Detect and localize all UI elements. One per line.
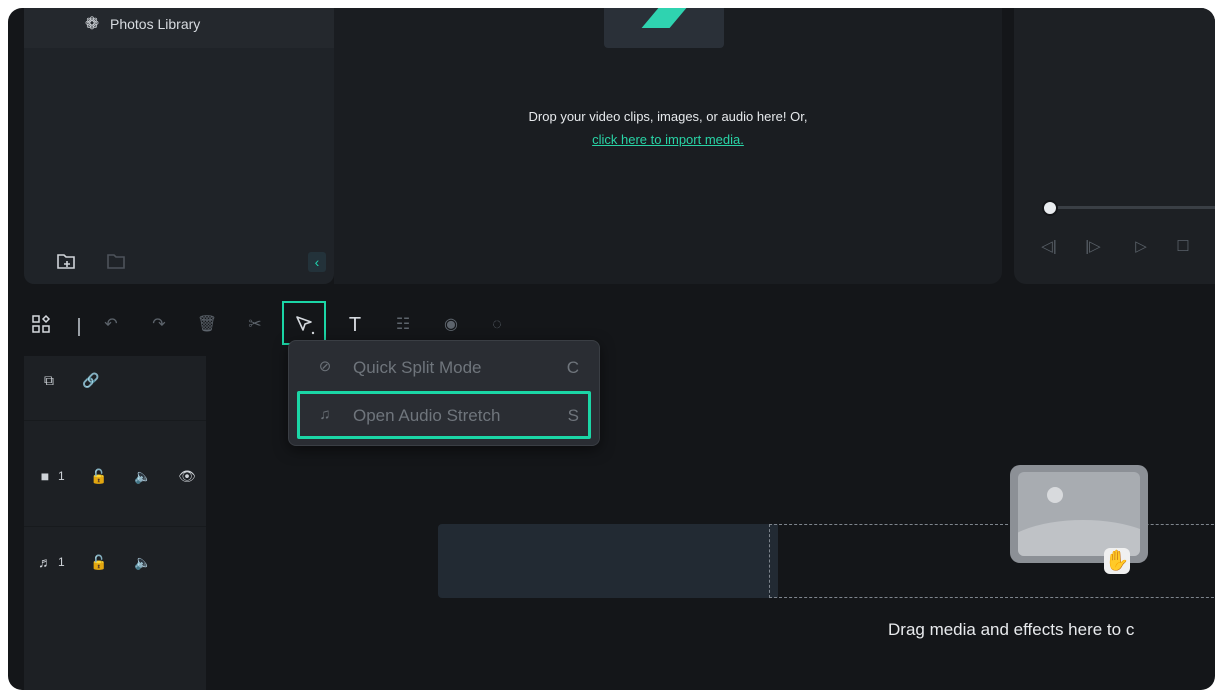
- audio-track-number: 1: [58, 555, 65, 569]
- import-media-link[interactable]: click here to import media.: [334, 132, 1002, 147]
- add-track-icon[interactable]: ⧉: [38, 370, 60, 390]
- next-frame-icon[interactable]: |▷: [1084, 238, 1102, 256]
- media-panel: ❁ Photos Library ‹: [24, 8, 334, 284]
- redo-icon[interactable]: ↷: [148, 314, 170, 336]
- import-illustration: [604, 8, 724, 48]
- menu-item-shortcut: C: [566, 358, 579, 377]
- menu-item-label: Quick Split Mode: [353, 358, 482, 377]
- eye-icon[interactable]: 👁: [176, 466, 198, 486]
- cut-icon[interactable]: ✂: [244, 314, 266, 336]
- text-icon[interactable]: T: [344, 314, 366, 336]
- undo-icon[interactable]: ↶: [100, 314, 122, 336]
- collapse-panel-button[interactable]: ‹: [308, 252, 326, 272]
- grab-cursor-icon: ✋: [1104, 548, 1130, 574]
- play-icon[interactable]: ▷: [1132, 238, 1150, 256]
- toolbar-divider: [78, 318, 80, 336]
- previous-frame-icon[interactable]: ◁|: [1040, 238, 1058, 256]
- media-drop-zone[interactable]: Drop your video clips, images, or audio …: [334, 8, 1002, 284]
- speaker-icon[interactable]: 🔈: [132, 466, 154, 486]
- select-tool-highlight: [282, 301, 326, 345]
- menu-item-audio-stretch[interactable]: ♫ Open Audio Stretch S: [297, 391, 591, 439]
- playback-scrubber[interactable]: [1050, 206, 1215, 209]
- lock-icon[interactable]: 🔓: [88, 466, 110, 486]
- folder-icon[interactable]: [106, 252, 128, 272]
- scrubber-handle[interactable]: [1042, 200, 1058, 216]
- audio-icon[interactable]: ◉: [440, 314, 462, 336]
- select-tool-menu: ⊘ Quick Split Mode C ♫ Open Audio Stretc…: [288, 340, 600, 446]
- stop-icon[interactable]: ☐: [1174, 238, 1192, 256]
- timeline-clip-area[interactable]: [438, 524, 778, 598]
- photos-library-icon: ❁: [84, 14, 100, 33]
- audio-stretch-icon: ♫: [319, 406, 331, 423]
- speed-icon[interactable]: ◌: [486, 314, 508, 336]
- video-track-icon: ■: [40, 468, 50, 484]
- preview-panel: ◁| |▷ ▷ ☐: [1014, 8, 1215, 284]
- menu-item-quick-split[interactable]: ⊘ Quick Split Mode C: [297, 347, 591, 387]
- new-folder-icon[interactable]: [56, 252, 78, 272]
- photos-library-label: Photos Library: [110, 16, 201, 32]
- lock-icon[interactable]: 🔓: [88, 552, 110, 572]
- menu-item-shortcut: S: [567, 406, 579, 425]
- editor-window: ❁ Photos Library ‹ Drop your video clips…: [8, 8, 1215, 690]
- audio-track-icon: ♬: [38, 554, 52, 570]
- menu-item-label: Open Audio Stretch: [353, 406, 501, 425]
- video-track-number: 1: [58, 469, 65, 483]
- layout-icon[interactable]: [30, 314, 52, 336]
- split-mode-icon: ⊘: [318, 358, 332, 375]
- media-library-row[interactable]: ❁ Photos Library: [24, 8, 334, 48]
- adjust-icon[interactable]: ☷: [392, 314, 414, 336]
- drop-instruction: Drop your video clips, images, or audio …: [528, 109, 808, 124]
- delete-icon[interactable]: 🗑: [196, 314, 218, 336]
- timeline-toolbar: ↶ ↷ 🗑 ✂ T ☷ ◉ ◌: [8, 296, 1215, 346]
- drag-hint-text: Drag media and effects here to c: [888, 620, 1135, 639]
- timeline-drop-target[interactable]: [769, 524, 1215, 598]
- track-headers: ⧉ 🔗 ■ 1 🔓 🔈 👁 ♬ 1 🔓 🔈: [24, 356, 206, 690]
- speaker-icon[interactable]: 🔈: [132, 552, 154, 572]
- link-icon[interactable]: 🔗: [80, 370, 102, 390]
